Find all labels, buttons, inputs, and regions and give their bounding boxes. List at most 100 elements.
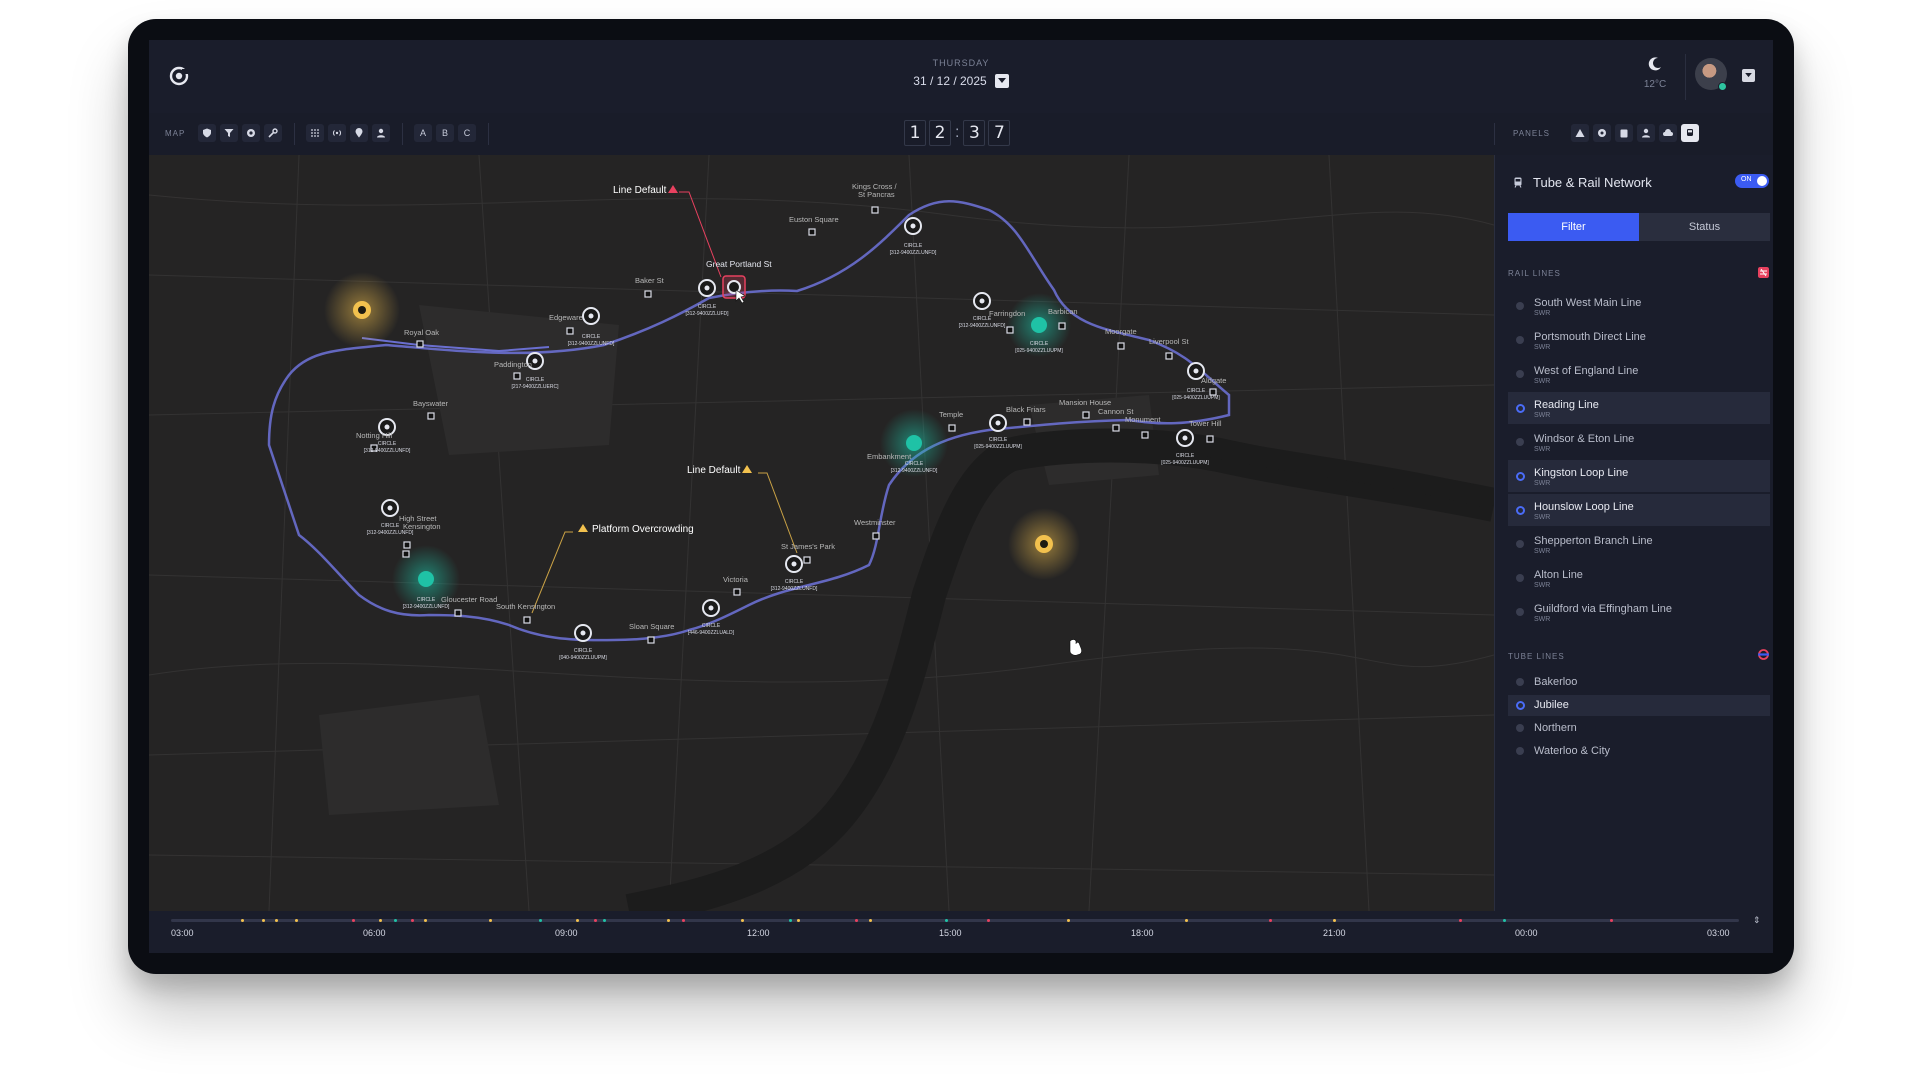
- station-stop[interactable]: [513, 372, 521, 380]
- timeline-event-dot[interactable]: [1503, 919, 1506, 922]
- panel-weather-button[interactable]: [1659, 124, 1677, 142]
- rail-line-item[interactable]: South West Main Line SWR: [1508, 290, 1770, 322]
- station-stop[interactable]: [948, 424, 956, 432]
- tube-line-item[interactable]: Northern: [1508, 718, 1770, 739]
- timeline-event-dot[interactable]: [275, 919, 278, 922]
- rail-line-item[interactable]: Guildford via Effingham Line SWR: [1508, 596, 1770, 628]
- station-stop[interactable]: [872, 532, 880, 540]
- timeline-event-dot[interactable]: [869, 919, 872, 922]
- wrench-tool-button[interactable]: [264, 124, 282, 142]
- timeline-event-dot[interactable]: [424, 919, 427, 922]
- line-radio[interactable]: [1516, 438, 1524, 446]
- timeline-event-dot[interactable]: [789, 919, 792, 922]
- station-stop[interactable]: [1112, 424, 1120, 432]
- timeline-event-dot[interactable]: [379, 919, 382, 922]
- timeline-event-dot[interactable]: [1067, 919, 1070, 922]
- pin-tool-button[interactable]: [350, 124, 368, 142]
- station-stop[interactable]: [1006, 326, 1014, 334]
- line-radio[interactable]: [1516, 472, 1525, 481]
- timeline-event-dot[interactable]: [987, 919, 990, 922]
- timeline-event-dot[interactable]: [1269, 919, 1272, 922]
- line-radio[interactable]: [1516, 336, 1524, 344]
- station-stop[interactable]: [808, 228, 816, 236]
- line-radio[interactable]: [1516, 574, 1524, 582]
- line-radio[interactable]: [1516, 404, 1525, 413]
- incident-marker[interactable]: [418, 571, 434, 587]
- alert-label[interactable]: Platform Overcrowding: [592, 524, 694, 535]
- station-stop[interactable]: [1058, 322, 1066, 330]
- timeline-event-dot[interactable]: [594, 919, 597, 922]
- timeline-event-dot[interactable]: [1459, 919, 1462, 922]
- rail-line-item[interactable]: Reading Line SWR: [1508, 392, 1770, 424]
- expand-icon[interactable]: ⇕: [1753, 915, 1761, 926]
- station-stop[interactable]: [647, 636, 655, 644]
- station-stop[interactable]: [566, 327, 574, 335]
- station-stop[interactable]: [1165, 352, 1173, 360]
- station-stop[interactable]: [1206, 435, 1214, 443]
- station-stop[interactable]: [402, 550, 410, 558]
- panel-clipboard-button[interactable]: [1615, 124, 1633, 142]
- alert-label[interactable]: Line Default: [613, 185, 667, 196]
- timeline-event-dot[interactable]: [262, 919, 265, 922]
- station-stop[interactable]: [454, 609, 462, 617]
- timeline-event-dot[interactable]: [352, 919, 355, 922]
- line-radio[interactable]: [1516, 701, 1525, 710]
- tab-status[interactable]: Status: [1639, 213, 1770, 241]
- rail-line-item[interactable]: Windsor & Eton Line SWR: [1508, 426, 1770, 458]
- line-radio[interactable]: [1516, 747, 1524, 755]
- timeline-event-dot[interactable]: [539, 919, 542, 922]
- rail-line-item[interactable]: Alton Line SWR: [1508, 562, 1770, 594]
- shield-tool-button[interactable]: [198, 124, 216, 142]
- rail-line-item[interactable]: Kingston Loop Line SWR: [1508, 460, 1770, 492]
- rail-line-item[interactable]: Hounslow Loop Line SWR: [1508, 494, 1770, 526]
- station-stop[interactable]: [733, 588, 741, 596]
- filter-tool-button[interactable]: [220, 124, 238, 142]
- timeline-event-dot[interactable]: [945, 919, 948, 922]
- panel-train-button[interactable]: [1681, 124, 1699, 142]
- timeline-event-dot[interactable]: [741, 919, 744, 922]
- station-stop[interactable]: [523, 616, 531, 624]
- station-stop[interactable]: [416, 340, 424, 348]
- incident-marker[interactable]: [1031, 317, 1047, 333]
- alert-label[interactable]: Line Default: [687, 465, 741, 476]
- tube-line-item[interactable]: Jubilee: [1508, 695, 1770, 716]
- timeline-event-dot[interactable]: [667, 919, 670, 922]
- timeline-event-dot[interactable]: [1333, 919, 1336, 922]
- rail-line-item[interactable]: West of England Line SWR: [1508, 358, 1770, 390]
- timeline-event-dot[interactable]: [489, 919, 492, 922]
- layer-c-button[interactable]: C: [458, 124, 476, 142]
- broadcast-tool-button[interactable]: [328, 124, 346, 142]
- station-stop[interactable]: [1023, 418, 1031, 426]
- timeline-event-dot[interactable]: [394, 919, 397, 922]
- line-radio[interactable]: [1516, 540, 1524, 548]
- line-radio[interactable]: [1516, 506, 1525, 515]
- rail-line-item[interactable]: Portsmouth Direct Line SWR: [1508, 324, 1770, 356]
- station-stop[interactable]: [1117, 342, 1125, 350]
- incident-marker[interactable]: [906, 435, 922, 451]
- network-toggle[interactable]: ON: [1735, 174, 1769, 188]
- timeline-event-dot[interactable]: [682, 919, 685, 922]
- layer-a-button[interactable]: A: [414, 124, 432, 142]
- user-tool-button[interactable]: [372, 124, 390, 142]
- logo-icon[interactable]: [169, 66, 189, 86]
- station-stop[interactable]: [1082, 411, 1090, 419]
- panel-view-button[interactable]: [1593, 124, 1611, 142]
- settings-tool-button[interactable]: [242, 124, 260, 142]
- grid-tool-button[interactable]: [306, 124, 324, 142]
- timeline-event-dot[interactable]: [603, 919, 606, 922]
- panel-alerts-button[interactable]: [1571, 124, 1589, 142]
- account-dropdown-button[interactable]: [1742, 69, 1755, 82]
- layer-b-button[interactable]: B: [436, 124, 454, 142]
- station-stop[interactable]: [427, 412, 435, 420]
- timeline-event-dot[interactable]: [411, 919, 414, 922]
- line-radio[interactable]: [1516, 678, 1524, 686]
- date-dropdown-button[interactable]: [994, 74, 1009, 88]
- timeline-event-dot[interactable]: [1610, 919, 1613, 922]
- station-stop[interactable]: [871, 206, 879, 214]
- tab-filter[interactable]: Filter: [1508, 213, 1639, 241]
- timeline-event-dot[interactable]: [576, 919, 579, 922]
- network-map[interactable]: Line Default Line Default Platform Overc…: [149, 155, 1494, 911]
- timeline-event-dot[interactable]: [295, 919, 298, 922]
- tube-line-item[interactable]: Waterloo & City: [1508, 741, 1770, 762]
- line-radio[interactable]: [1516, 724, 1524, 732]
